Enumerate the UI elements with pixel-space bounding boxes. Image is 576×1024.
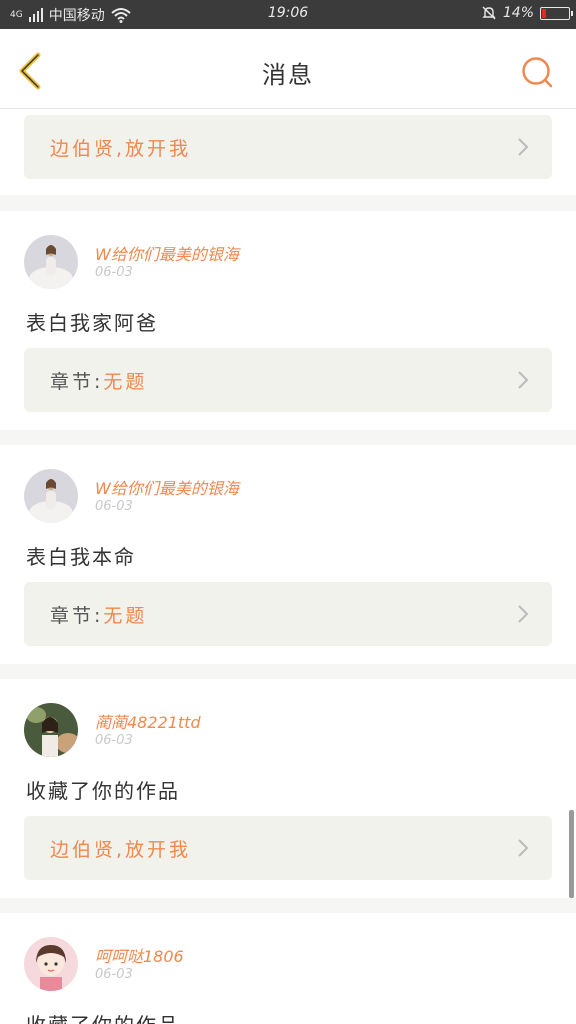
work-link[interactable]: 边伯贤,放开我 (24, 816, 552, 880)
scrollbar[interactable] (569, 810, 574, 898)
avatar-image (24, 235, 78, 289)
search-icon[interactable] (520, 55, 554, 89)
username[interactable]: 呵呵哒1806 (95, 943, 184, 967)
message-date: 06-03 (95, 265, 133, 280)
battery-icon (540, 6, 573, 20)
username[interactable]: W给你们最美的银海 (95, 475, 239, 499)
message-text: 收藏了你的作品 (26, 1009, 180, 1024)
message-date: 06-03 (95, 733, 133, 748)
message-text: 表白我家阿爸 (26, 311, 158, 335)
message-card: 边伯贤,放开我 (0, 109, 576, 195)
avatar[interactable] (24, 235, 78, 289)
avatar-image (24, 937, 78, 991)
message-card: W给你们最美的银海 06-03 表白我家阿爸 章节:无题 (0, 211, 576, 430)
avatar-image (24, 469, 78, 523)
message-date: 06-03 (95, 967, 133, 982)
message-text: 表白我本命 (26, 545, 136, 569)
chevron-right-icon (518, 138, 529, 156)
link-label: 章节: (50, 371, 104, 393)
link-value: 无题 (103, 605, 148, 627)
username[interactable]: W给你们最美的银海 (95, 241, 239, 265)
avatar[interactable] (24, 703, 78, 757)
message-card: 蔺蔺48221ttd 06-03 收藏了你的作品 边伯贤,放开我 (0, 679, 576, 898)
status-bar: 4G 中国移动 19:06 14% (0, 0, 576, 29)
message-card: W给你们最美的银海 06-03 表白我本命 章节:无题 (0, 445, 576, 664)
message-card: 呵呵哒1806 06-03 收藏了你的作品 (0, 913, 576, 1024)
link-value: 边伯贤,放开我 (50, 839, 192, 861)
message-date: 06-03 (95, 499, 133, 514)
avatar-image (24, 703, 78, 757)
work-link[interactable]: 边伯贤,放开我 (24, 115, 552, 179)
link-value: 无题 (103, 371, 148, 393)
avatar[interactable] (24, 937, 78, 991)
mute-bell-icon (482, 6, 496, 20)
chevron-right-icon (518, 605, 529, 623)
nav-header: 消息 (0, 29, 576, 109)
chapter-link[interactable]: 章节:无题 (24, 582, 552, 646)
page-title: 消息 (262, 61, 314, 89)
chapter-link[interactable]: 章节:无题 (24, 348, 552, 412)
message-text: 收藏了你的作品 (26, 779, 180, 803)
chevron-right-icon (518, 371, 529, 389)
chevron-right-icon (518, 839, 529, 857)
link-value: 边伯贤,放开我 (50, 138, 192, 160)
link-label: 章节: (50, 605, 104, 627)
username[interactable]: 蔺蔺48221ttd (95, 709, 201, 733)
status-right: 14% (481, 5, 573, 21)
avatar[interactable] (24, 469, 78, 523)
battery-percent: 14% (502, 5, 534, 21)
